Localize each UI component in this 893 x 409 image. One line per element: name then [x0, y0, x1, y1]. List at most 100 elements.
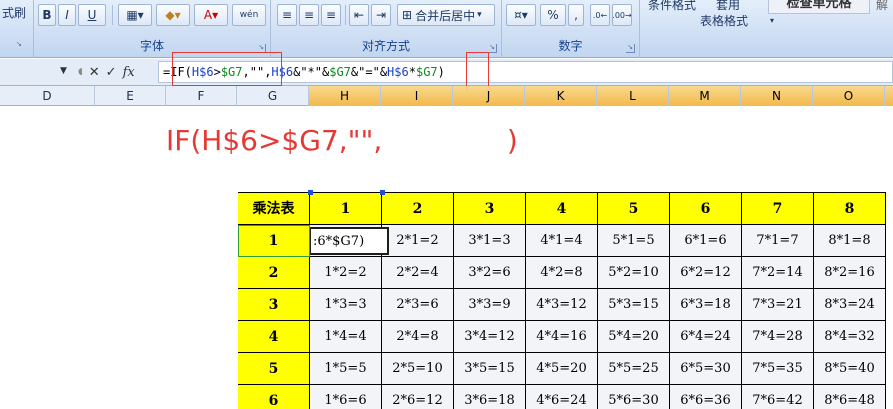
align-left-button[interactable]: ≡: [277, 4, 297, 26]
table-cell[interactable]: 8*5=40: [814, 353, 886, 385]
table-cell[interactable]: 5*4=20: [598, 321, 670, 353]
table-cell[interactable]: 1*4=4: [310, 321, 382, 353]
column-header-h[interactable]: H: [309, 86, 381, 106]
column-header-o[interactable]: O: [813, 86, 885, 106]
enter-check-icon[interactable]: ✓: [106, 65, 117, 80]
cancel-icon[interactable]: ✕: [89, 65, 100, 80]
bold-button[interactable]: B: [38, 4, 56, 26]
table-cell[interactable]: 3*5=15: [454, 353, 526, 385]
table-cell[interactable]: 7*4=28: [742, 321, 814, 353]
align-center-button[interactable]: ≡: [299, 4, 319, 26]
table-cell[interactable]: 7*1=7: [742, 225, 814, 257]
table-cell[interactable]: 8*1=8: [814, 225, 886, 257]
table-cell[interactable]: 2*6=12: [382, 385, 454, 409]
percent-button[interactable]: %: [540, 4, 566, 26]
table-cell[interactable]: 3*4=12: [454, 321, 526, 353]
table-cell[interactable]: 1*6=6: [310, 385, 382, 409]
table-cell[interactable]: 7*5=35: [742, 353, 814, 385]
conditional-format-button[interactable]: 条件格式: [648, 0, 696, 13]
table-col-header[interactable]: 8: [814, 192, 886, 225]
decrease-indent-button[interactable]: ⇤: [349, 4, 369, 26]
number-dialog-launcher-icon[interactable]: ↘: [626, 44, 635, 53]
column-header-i[interactable]: I: [381, 86, 453, 106]
italic-button[interactable]: I: [58, 4, 76, 26]
table-cell[interactable]: 5*5=25: [598, 353, 670, 385]
table-cell[interactable]: 8*6=48: [814, 385, 886, 409]
column-header-f[interactable]: F: [166, 86, 237, 106]
table-cell[interactable]: 5*6=30: [598, 385, 670, 409]
selection-handle[interactable]: [380, 190, 385, 195]
table-cell[interactable]: 4*3=12: [526, 289, 598, 321]
column-header-d[interactable]: D: [0, 86, 95, 106]
increase-indent-button[interactable]: ⇥: [371, 4, 391, 26]
format-painter-label[interactable]: 式刷: [2, 4, 26, 21]
column-header-p[interactable]: [885, 86, 893, 106]
comma-button[interactable]: ,: [568, 4, 584, 26]
selection-handle[interactable]: [308, 190, 313, 195]
column-header-g[interactable]: G: [237, 86, 309, 106]
table-col-header[interactable]: 3: [454, 192, 526, 225]
table-cell[interactable]: 6*5=30: [670, 353, 742, 385]
phonetic-button[interactable]: wén: [232, 4, 266, 26]
table-cell[interactable]: 1*2=2: [310, 257, 382, 289]
table-format-button[interactable]: 表格格式: [700, 12, 748, 29]
accounting-format-button[interactable]: ¤▾: [506, 4, 536, 26]
table-cell[interactable]: 3*2=6: [454, 257, 526, 289]
font-color-button[interactable]: A▾: [194, 4, 228, 26]
table-cell[interactable]: 3*1=3: [454, 225, 526, 257]
table-row-header[interactable]: 3: [238, 289, 310, 321]
column-header-k[interactable]: K: [525, 86, 597, 106]
table-cell[interactable]: 7*6=42: [742, 385, 814, 409]
table-col-header[interactable]: 5: [598, 192, 670, 225]
table-cell[interactable]: 3*3=9: [454, 289, 526, 321]
table-cell[interactable]: 4*4=16: [526, 321, 598, 353]
check-cell-style-button[interactable]: 检查单元格: [768, 0, 870, 14]
table-cell[interactable]: 1*3=3: [310, 289, 382, 321]
table-cell[interactable]: 4*5=20: [526, 353, 598, 385]
table-row-header[interactable]: 4: [238, 321, 310, 353]
table-col-header[interactable]: 1: [310, 192, 382, 225]
table-col-header[interactable]: 6: [670, 192, 742, 225]
align-right-button[interactable]: ≡: [321, 4, 341, 26]
table-cell[interactable]: 2*1=2: [382, 225, 454, 257]
table-cell[interactable]: 3*6=18: [454, 385, 526, 409]
merge-center-button[interactable]: ⊞ 合并后居中 ▾: [397, 4, 495, 26]
border-button[interactable]: ▦▾: [118, 4, 152, 26]
table-col-header[interactable]: 2: [382, 192, 454, 225]
clipboard-dialog-launcher-icon[interactable]: ↘: [16, 40, 25, 49]
alignment-dialog-launcher-icon[interactable]: ↘: [488, 44, 497, 53]
table-cell[interactable]: 6*2=12: [670, 257, 742, 289]
table-cell[interactable]: 2*3=6: [382, 289, 454, 321]
table-cell[interactable]: 8*3=24: [814, 289, 886, 321]
table-cell[interactable]: 5*3=15: [598, 289, 670, 321]
table-row-header[interactable]: 2: [238, 257, 310, 289]
table-col-header[interactable]: 7: [742, 192, 814, 225]
table-corner-header[interactable]: 乘法表: [238, 192, 310, 225]
name-box-dropdown-icon[interactable]: ▼: [60, 66, 67, 76]
table-cell[interactable]: 7*3=21: [742, 289, 814, 321]
active-cell-editor[interactable]: :6*$G7): [309, 227, 389, 255]
table-cell[interactable]: 1*5=5: [310, 353, 382, 385]
underline-button[interactable]: U: [78, 4, 106, 26]
table-cell[interactable]: 4*1=4: [526, 225, 598, 257]
table-cell[interactable]: 5*2=10: [598, 257, 670, 289]
column-header-e[interactable]: E: [95, 86, 166, 106]
table-cell[interactable]: 4*2=8: [526, 257, 598, 289]
table-cell[interactable]: 8*2=16: [814, 257, 886, 289]
table-cell[interactable]: 8*4=32: [814, 321, 886, 353]
table-cell[interactable]: 4*6=24: [526, 385, 598, 409]
decrease-decimal-button[interactable]: .00→: [612, 4, 632, 26]
table-cell[interactable]: 5*1=5: [598, 225, 670, 257]
table-cell[interactable]: 6*3=18: [670, 289, 742, 321]
fill-color-button[interactable]: ◆▾: [156, 4, 190, 26]
table-cell[interactable]: 6*1=6: [670, 225, 742, 257]
column-header-n[interactable]: N: [741, 86, 813, 106]
table-row-header[interactable]: 6: [238, 385, 310, 409]
table-cell[interactable]: 2*5=10: [382, 353, 454, 385]
table-cell[interactable]: 7*2=14: [742, 257, 814, 289]
increase-decimal-button[interactable]: .0←: [590, 4, 610, 26]
table-cell[interactable]: 6*4=24: [670, 321, 742, 353]
table-col-header[interactable]: 4: [526, 192, 598, 225]
column-header-m[interactable]: M: [669, 86, 741, 106]
column-header-j[interactable]: J: [453, 86, 525, 106]
